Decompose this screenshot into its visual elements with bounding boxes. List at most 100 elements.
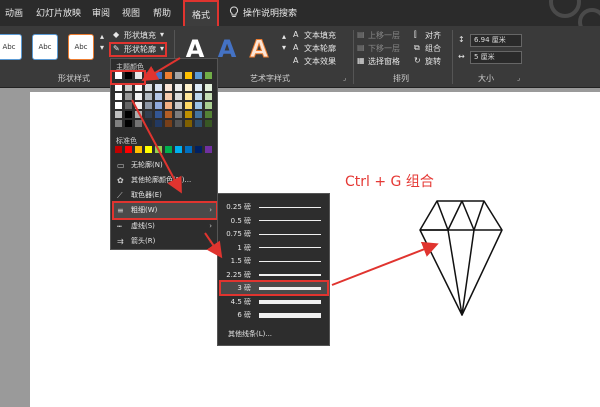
- rotate-button[interactable]: 旋转: [425, 56, 441, 67]
- theme-color-shade-swatch[interactable]: [145, 120, 152, 127]
- text-effects-button[interactable]: 文本效果: [304, 56, 336, 67]
- standard-color-swatch[interactable]: [195, 146, 202, 153]
- shape-style-thumb-1[interactable]: Abc: [0, 34, 22, 60]
- theme-color-shade-swatch[interactable]: [135, 120, 142, 127]
- weight-item[interactable]: ≡ 粗细(W) ›: [112, 201, 218, 220]
- standard-color-swatch[interactable]: [175, 146, 182, 153]
- theme-color-shade-swatch[interactable]: [205, 120, 212, 127]
- weight-option[interactable]: 4.5 磅: [221, 296, 327, 308]
- standard-color-swatch[interactable]: [155, 146, 162, 153]
- shape-style-thumb-3[interactable]: Abc: [68, 34, 94, 60]
- scroll-up-icon[interactable]: ▴: [100, 32, 104, 41]
- theme-color-shade-swatch[interactable]: [115, 84, 122, 91]
- theme-color-swatch[interactable]: [165, 72, 172, 79]
- theme-color-shade-swatch[interactable]: [195, 84, 202, 91]
- shape-fill-button[interactable]: 形状填充: [124, 30, 156, 41]
- theme-color-shade-swatch[interactable]: [205, 111, 212, 118]
- theme-color-swatch[interactable]: [135, 72, 142, 79]
- standard-color-swatch[interactable]: [135, 146, 142, 153]
- theme-color-shade-swatch[interactable]: [115, 120, 122, 127]
- theme-color-shade-swatch[interactable]: [145, 102, 152, 109]
- theme-color-shade-swatch[interactable]: [175, 84, 182, 91]
- theme-color-shade-swatch[interactable]: [185, 93, 192, 100]
- weight-option[interactable]: 3 磅: [219, 280, 329, 296]
- more-colors-item[interactable]: ✿ 其他轮廓颜色(M)...: [114, 173, 216, 188]
- more-lines-item[interactable]: 其他线条(L)...: [228, 329, 272, 339]
- theme-color-shade-swatch[interactable]: [125, 84, 132, 91]
- theme-color-shade-swatch[interactable]: [155, 111, 162, 118]
- width-input[interactable]: 5 厘米: [470, 51, 522, 64]
- theme-color-shade-swatch[interactable]: [145, 111, 152, 118]
- theme-color-shade-swatch[interactable]: [165, 93, 172, 100]
- theme-color-shade-swatch[interactable]: [135, 111, 142, 118]
- theme-color-shade-swatch[interactable]: [185, 102, 192, 109]
- diamond-shape[interactable]: [418, 199, 504, 317]
- standard-color-swatch[interactable]: [115, 146, 122, 153]
- text-outline-button[interactable]: 文本轮廓: [304, 43, 336, 54]
- scroll-up-icon[interactable]: ▴: [282, 32, 286, 41]
- theme-color-shade-swatch[interactable]: [175, 93, 182, 100]
- theme-color-swatch[interactable]: [115, 72, 122, 79]
- weight-option[interactable]: 6 磅: [221, 309, 327, 321]
- weight-option[interactable]: 2.25 磅: [221, 269, 327, 281]
- theme-color-shade-swatch[interactable]: [185, 111, 192, 118]
- theme-color-shade-swatch[interactable]: [205, 102, 212, 109]
- selection-pane-button[interactable]: 选择窗格: [368, 56, 400, 67]
- theme-color-shade-swatch[interactable]: [155, 102, 162, 109]
- theme-color-shade-swatch[interactable]: [165, 111, 172, 118]
- group-button[interactable]: 组合: [425, 43, 441, 54]
- weight-option[interactable]: 1.5 磅: [221, 255, 327, 267]
- weight-option[interactable]: 0.75 磅: [221, 228, 327, 240]
- theme-color-shade-swatch[interactable]: [145, 84, 152, 91]
- wordart-style-orange[interactable]: A: [246, 34, 272, 64]
- weight-option[interactable]: 1 磅: [221, 242, 327, 254]
- theme-color-swatch[interactable]: [205, 72, 212, 79]
- theme-color-shade-swatch[interactable]: [135, 102, 142, 109]
- theme-color-shade-swatch[interactable]: [125, 93, 132, 100]
- theme-color-shade-swatch[interactable]: [175, 102, 182, 109]
- theme-color-swatch[interactable]: [175, 72, 182, 79]
- theme-color-shade-swatch[interactable]: [115, 102, 122, 109]
- theme-color-shade-swatch[interactable]: [155, 93, 162, 100]
- no-outline-item[interactable]: ▭ 无轮廓(N): [114, 158, 216, 173]
- theme-color-shade-swatch[interactable]: [165, 102, 172, 109]
- dialog-launcher-icon[interactable]: ⌟: [517, 74, 520, 82]
- theme-color-swatch[interactable]: [195, 72, 202, 79]
- theme-color-shade-swatch[interactable]: [195, 111, 202, 118]
- tab-animations[interactable]: 动画: [5, 6, 23, 19]
- scroll-down-icon[interactable]: ▾: [282, 43, 286, 52]
- theme-color-shade-swatch[interactable]: [135, 84, 142, 91]
- theme-color-shade-swatch[interactable]: [185, 120, 192, 127]
- tab-review[interactable]: 审阅: [92, 6, 110, 19]
- theme-color-shade-swatch[interactable]: [165, 120, 172, 127]
- theme-color-shade-swatch[interactable]: [145, 93, 152, 100]
- theme-color-swatch[interactable]: [145, 72, 152, 79]
- theme-color-shade-swatch[interactable]: [205, 93, 212, 100]
- tab-slideshow[interactable]: 幻灯片放映: [36, 6, 81, 19]
- send-backward-button[interactable]: 下移一层: [368, 43, 400, 54]
- theme-color-shade-swatch[interactable]: [185, 84, 192, 91]
- scroll-down-icon[interactable]: ▾: [100, 43, 104, 52]
- text-fill-button[interactable]: 文本填充: [304, 30, 336, 41]
- arrows-item[interactable]: ⇉ 箭头(R) ›: [114, 234, 216, 249]
- eyedropper-item[interactable]: ⟋ 取色器(E): [114, 188, 216, 203]
- theme-color-shade-swatch[interactable]: [125, 120, 132, 127]
- tab-view[interactable]: 视图: [122, 6, 140, 19]
- standard-color-swatch[interactable]: [125, 146, 132, 153]
- theme-color-shade-swatch[interactable]: [135, 93, 142, 100]
- standard-color-swatch[interactable]: [205, 146, 212, 153]
- theme-color-shade-swatch[interactable]: [115, 93, 122, 100]
- height-input[interactable]: 6.94 厘米: [470, 34, 522, 47]
- bring-forward-button[interactable]: 上移一层: [368, 30, 400, 41]
- tab-format[interactable]: 格式: [183, 0, 220, 26]
- theme-color-shade-swatch[interactable]: [125, 111, 132, 118]
- align-button[interactable]: 对齐: [425, 30, 441, 41]
- theme-color-shade-swatch[interactable]: [195, 102, 202, 109]
- theme-color-shade-swatch[interactable]: [155, 120, 162, 127]
- theme-color-swatch[interactable]: [125, 72, 132, 79]
- theme-color-shade-swatch[interactable]: [175, 120, 182, 127]
- standard-color-swatch[interactable]: [145, 146, 152, 153]
- theme-color-shade-swatch[interactable]: [175, 111, 182, 118]
- tell-me-search[interactable]: 操作说明搜索: [243, 6, 297, 19]
- theme-color-shade-swatch[interactable]: [165, 84, 172, 91]
